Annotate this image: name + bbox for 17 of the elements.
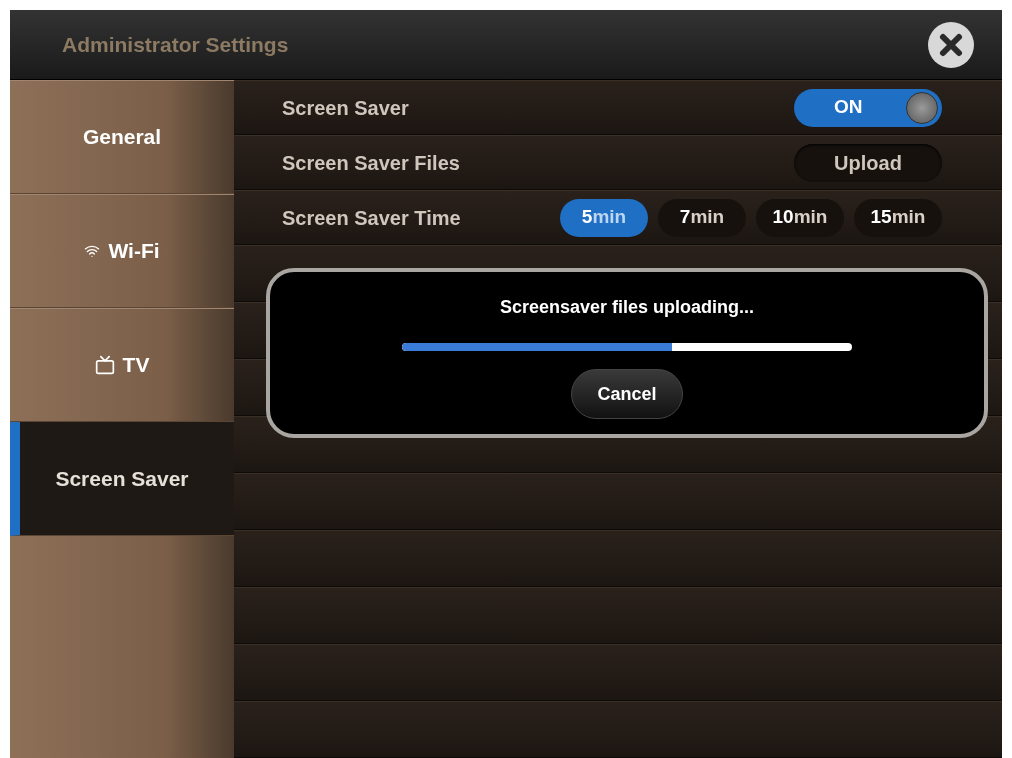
- tv-icon: [94, 355, 115, 375]
- close-button[interactable]: [928, 21, 974, 68]
- dialog-message: Screensaver files uploading...: [499, 296, 755, 319]
- time-option[interactable]: 15min: [854, 198, 942, 237]
- wifi-icon: [84, 243, 101, 259]
- toggle-knob: [906, 91, 938, 124]
- setting-label: Screen Saver Time: [282, 205, 461, 231]
- toggle-switch[interactable]: ON: [794, 88, 942, 127]
- sidebar-item[interactable]: Screen Saver: [10, 422, 234, 536]
- time-option[interactable]: 10min: [756, 198, 844, 237]
- cancel-button[interactable]: Cancel: [571, 369, 683, 419]
- setting-label: Screen Saver: [282, 95, 409, 121]
- setting-label: Screen Saver Files: [282, 150, 460, 176]
- window-title: Administrator Settings: [62, 31, 289, 58]
- time-option[interactable]: 7min: [658, 198, 746, 237]
- upload-button[interactable]: Upload: [794, 143, 942, 182]
- time-option[interactable]: 5min: [560, 198, 648, 237]
